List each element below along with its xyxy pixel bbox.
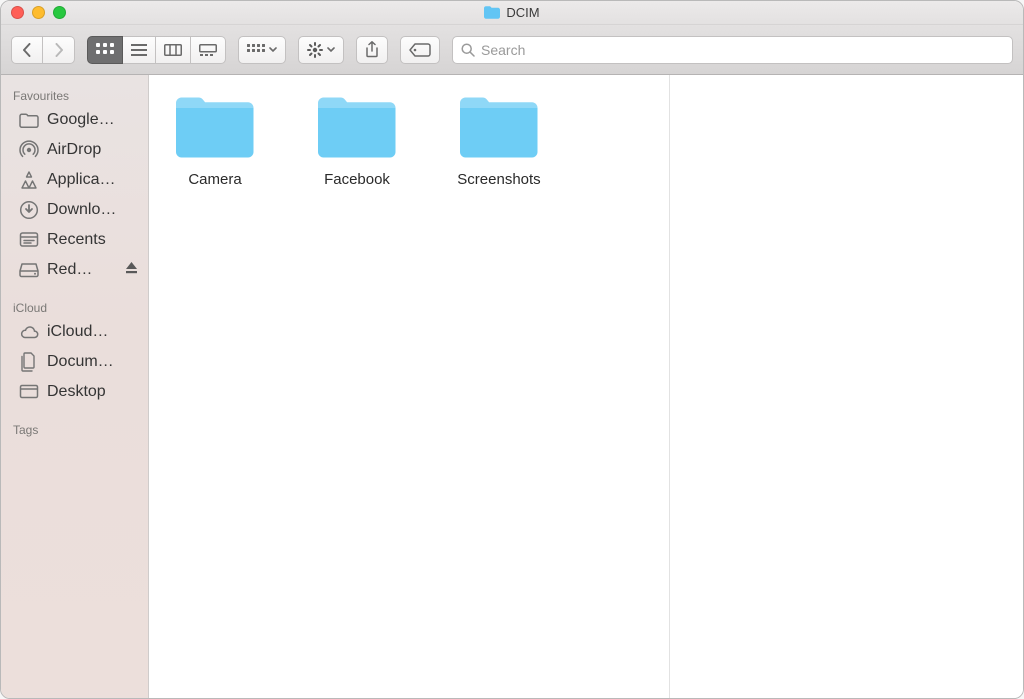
tag-icon [409, 43, 431, 57]
share-icon [365, 41, 379, 58]
sidebar-item-label: Recents [47, 231, 138, 249]
folder-label: Facebook [324, 171, 390, 188]
sidebar-item-airdrop[interactable]: AirDrop [1, 135, 148, 165]
sidebar-header-icloud: iCloud [1, 295, 148, 317]
arrange-group [238, 36, 286, 64]
action-group [298, 36, 344, 64]
gallery-view-button[interactable] [191, 36, 226, 64]
airdrop-icon [19, 140, 39, 160]
search-field[interactable] [452, 36, 1013, 64]
window-title-text: DCIM [506, 5, 539, 20]
preview-pane [669, 75, 1023, 698]
eject-icon[interactable] [125, 261, 138, 279]
back-button[interactable] [11, 36, 43, 64]
chevron-down-icon [327, 47, 335, 53]
forward-button[interactable] [43, 36, 75, 64]
sidebar-item-google[interactable]: Google… [1, 105, 148, 135]
view-mode-buttons [87, 36, 226, 64]
nav-buttons [11, 36, 75, 64]
window-title: DCIM [484, 5, 539, 20]
sidebar-item-documents[interactable]: Docum… [1, 347, 148, 377]
titlebar: DCIM [1, 1, 1023, 25]
folder-item-facebook[interactable]: Facebook [305, 95, 409, 188]
sidebar-item-recents[interactable]: Recents [1, 225, 148, 255]
icon-view-button[interactable] [87, 36, 123, 64]
share-group [356, 36, 388, 64]
folder-item-screenshots[interactable]: Screenshots [447, 95, 551, 188]
arrange-button[interactable] [238, 36, 286, 64]
gear-icon [307, 42, 323, 58]
sidebar-item-label: Docum… [47, 353, 138, 371]
recents-icon [19, 230, 39, 250]
folder-icon [19, 110, 39, 130]
folder-icon [174, 95, 256, 161]
sidebar-item-label: Red… [47, 261, 117, 279]
desktop-icon [19, 382, 39, 402]
sidebar-item-downloads[interactable]: Downlo… [1, 195, 148, 225]
list-view-button[interactable] [123, 36, 156, 64]
minimize-window-button[interactable] [32, 6, 45, 19]
sidebar-item-icloud-drive[interactable]: iCloud… [1, 317, 148, 347]
folder-icon [484, 6, 500, 19]
search-input[interactable] [481, 42, 1004, 58]
content-area: Camera Facebook Screenshots [149, 75, 1023, 698]
folder-grid: Camera Facebook Screenshots [163, 95, 655, 188]
sidebar: Favourites Google… AirDrop Applica… Down… [1, 75, 149, 698]
sidebar-item-label: Applica… [47, 171, 138, 189]
downloads-icon [19, 200, 39, 220]
tags-button[interactable] [400, 36, 440, 64]
sidebar-item-drive[interactable]: Red… [1, 255, 148, 285]
sidebar-header-favourites: Favourites [1, 83, 148, 105]
sidebar-item-desktop[interactable]: Desktop [1, 377, 148, 407]
folder-label: Screenshots [457, 171, 540, 188]
sidebar-header-tags: Tags [1, 417, 148, 439]
tags-group [400, 36, 440, 64]
sidebar-item-label: Downlo… [47, 201, 138, 219]
applications-icon [19, 170, 39, 190]
folder-pane[interactable]: Camera Facebook Screenshots [149, 75, 669, 698]
drive-icon [19, 260, 39, 280]
zoom-window-button[interactable] [53, 6, 66, 19]
cloud-icon [19, 322, 39, 342]
action-button[interactable] [298, 36, 344, 64]
close-window-button[interactable] [11, 6, 24, 19]
folder-icon [458, 95, 540, 161]
folder-item-camera[interactable]: Camera [163, 95, 267, 188]
documents-icon [19, 352, 39, 372]
finder-window: DCIM [0, 0, 1024, 699]
folder-icon [316, 95, 398, 161]
sidebar-item-applications[interactable]: Applica… [1, 165, 148, 195]
sidebar-item-label: Google… [47, 111, 138, 129]
sidebar-item-label: AirDrop [47, 141, 138, 159]
traffic-lights [11, 6, 66, 19]
sidebar-item-label: iCloud… [47, 323, 138, 341]
column-view-button[interactable] [156, 36, 191, 64]
toolbar [1, 25, 1023, 75]
search-icon [461, 43, 475, 57]
folder-label: Camera [188, 171, 241, 188]
body: Favourites Google… AirDrop Applica… Down… [1, 75, 1023, 698]
share-button[interactable] [356, 36, 388, 64]
chevron-down-icon [269, 47, 277, 53]
sidebar-item-label: Desktop [47, 383, 138, 401]
